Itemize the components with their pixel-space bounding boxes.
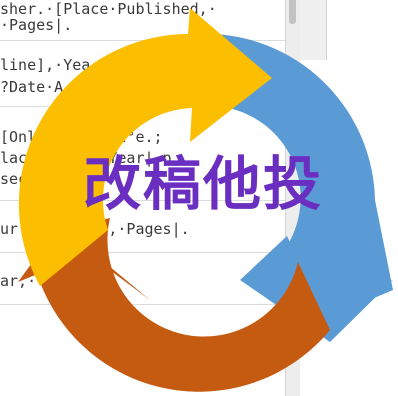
screenshot-stage: sher.·[Place·Published,· ·Pages|. line],… — [0, 0, 398, 396]
overlay-title: 改稿他投 — [82, 150, 323, 218]
yellow-cycle-arrow — [18, 8, 272, 286]
